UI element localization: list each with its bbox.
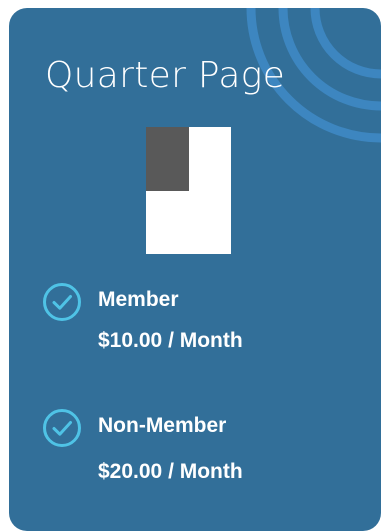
pricing-card: Quarter Page Member $10.00 / Month Non-M… (9, 8, 381, 531)
tier-price: $20.00 / Month (98, 460, 243, 483)
tier-label: Non-Member (98, 414, 227, 437)
ad-area (146, 127, 189, 191)
tier-price: $10.00 / Month (98, 329, 243, 352)
card-title: Quarter Page (45, 55, 286, 96)
quarter-page-layout-icon (146, 127, 231, 254)
check-circle-icon (43, 409, 81, 447)
check-circle-icon (43, 283, 81, 321)
tier-label: Member (98, 288, 179, 311)
